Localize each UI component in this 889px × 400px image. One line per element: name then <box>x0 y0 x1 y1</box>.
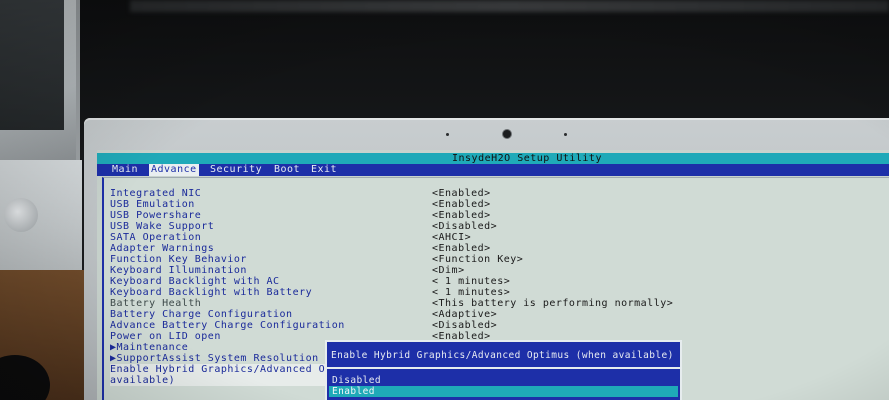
tab-security[interactable]: Security <box>208 164 264 176</box>
setting-advance-battery-charge-configuration[interactable]: Advance Battery Charge Configuration <Di… <box>110 320 497 331</box>
setting-value[interactable]: <Enabled> <box>432 199 491 210</box>
tab-main[interactable]: Main <box>110 164 140 176</box>
setting-value[interactable]: <Disabled> <box>432 320 497 331</box>
setting-label: Integrated NIC <box>110 188 202 199</box>
photo-scene: InsydeH2O Setup Utility Main Advance Sec… <box>0 0 889 400</box>
title-bar: InsydeH2O Setup Utility <box>97 153 889 164</box>
setting-label: Enable Hybrid Graphics/Advanced Op <box>110 364 332 375</box>
setting-label: Power on LID open <box>110 331 221 342</box>
tab-boot[interactable]: Boot <box>272 164 302 176</box>
setting-label: Keyboard Backlight with Battery <box>110 287 313 298</box>
webcam-icon <box>502 129 512 139</box>
utility-title: InsydeH2O Setup Utility <box>452 153 602 164</box>
setting-label: Advance Battery Charge Configuration <box>110 320 345 331</box>
setting-value[interactable]: <Enabled> <box>432 210 491 221</box>
setting-label: Battery Charge Configuration <box>110 309 293 320</box>
background-monitor <box>0 0 80 160</box>
setting-battery-health: Battery Health <This battery is performi… <box>110 298 673 309</box>
setting-value[interactable]: <Disabled> <box>432 221 497 232</box>
tab-exit[interactable]: Exit <box>309 164 339 176</box>
option-disabled[interactable]: Disabled <box>329 375 678 386</box>
setting-battery-charge-configuration[interactable]: Battery Charge Configuration <Adaptive> <box>110 309 497 320</box>
setting-label: available) <box>110 375 176 386</box>
setting-keyboard-backlight-ac[interactable]: Keyboard Backlight with AC < 1 minutes> <box>110 276 510 287</box>
setting-value: <This battery is performing normally> <box>432 298 674 309</box>
submenu-label: ▶SupportAssist System Resolution <box>110 353 319 364</box>
option-popup: Enable Hybrid Graphics/Advanced Optimus … <box>325 340 682 400</box>
setting-power-on-lid-open[interactable]: Power on LID open <Enabled> <box>110 331 490 342</box>
setting-label: Battery Health <box>110 298 202 309</box>
setting-value[interactable]: <Dim> <box>432 265 465 276</box>
submenu-maintenance[interactable]: ▶Maintenance <box>110 342 188 353</box>
setting-value[interactable]: <Function Key> <box>432 254 523 265</box>
submenu-label: ▶Maintenance <box>110 342 189 353</box>
speaker-knob <box>4 198 38 232</box>
setting-value[interactable]: <Adaptive> <box>432 309 497 320</box>
option-enabled[interactable]: Enabled <box>329 386 678 397</box>
setting-label: Adapter Warnings <box>110 243 215 254</box>
setting-keyboard-illumination[interactable]: Keyboard Illumination <Dim> <box>110 265 464 276</box>
setting-value[interactable]: < 1 minutes> <box>432 287 510 298</box>
setting-sata-operation[interactable]: SATA Operation <AHCI> <box>110 232 471 243</box>
setting-integrated-nic[interactable]: Integrated NIC <Enabled> <box>110 188 490 199</box>
setting-keyboard-backlight-battery[interactable]: Keyboard Backlight with Battery < 1 minu… <box>110 287 510 298</box>
setting-hybrid-graphics[interactable]: Enable Hybrid Graphics/Advanced Op <box>110 364 331 375</box>
setting-label: SATA Operation <box>110 232 202 243</box>
setting-value[interactable]: <Enabled> <box>432 243 491 254</box>
background-monitor-screen <box>0 0 64 130</box>
setting-usb-powershare[interactable]: USB Powershare <Enabled> <box>110 210 490 221</box>
popup-divider <box>327 367 680 369</box>
menu-bar: Main Advance Security Boot Exit <box>97 164 889 176</box>
setting-label: USB Powershare <box>110 210 202 221</box>
setting-label: Keyboard Backlight with AC <box>110 276 280 287</box>
setting-value[interactable]: < 1 minutes> <box>432 276 510 287</box>
popup-title: Enable Hybrid Graphics/Advanced Optimus … <box>331 350 674 361</box>
setting-label: Keyboard Illumination <box>110 265 247 276</box>
submenu-supportassist[interactable]: ▶SupportAssist System Resolution <box>110 353 319 364</box>
setting-function-key-behavior[interactable]: Function Key Behavior <Function Key> <box>110 254 523 265</box>
setting-hybrid-graphics-continued[interactable]: available) <box>110 375 325 386</box>
setting-usb-wake-support[interactable]: USB Wake Support <Disabled> <box>110 221 497 232</box>
setting-label: USB Emulation <box>110 199 195 210</box>
setting-value[interactable]: <Enabled> <box>432 188 491 199</box>
setting-adapter-warnings[interactable]: Adapter Warnings <Enabled> <box>110 243 490 254</box>
background-blur <box>130 0 889 12</box>
ambient-sensor-icon <box>446 133 449 136</box>
tab-advance[interactable]: Advance <box>149 164 199 176</box>
setting-label: USB Wake Support <box>110 221 215 232</box>
setting-value[interactable]: <AHCI> <box>432 232 471 243</box>
background-speaker <box>0 160 82 270</box>
setting-usb-emulation[interactable]: USB Emulation <Enabled> <box>110 199 490 210</box>
microphone-icon <box>564 133 567 136</box>
setting-label: Function Key Behavior <box>110 254 247 265</box>
